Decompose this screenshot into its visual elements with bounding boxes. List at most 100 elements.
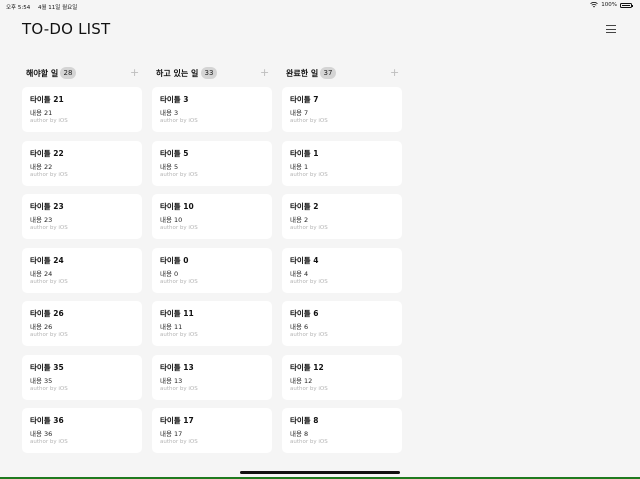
column-1: 하고 있는 일 33 + 타이틀 3 내용 3 author by iOS 타이틀 5 내용 … <box>152 66 272 453</box>
card-content: 내용 5 <box>160 162 179 171</box>
hamburger-menu-icon[interactable] <box>606 25 616 33</box>
card-author: author by iOS <box>290 118 328 124</box>
card-content: 내용 0 <box>160 269 179 278</box>
card-content: 내용 1 <box>290 162 309 171</box>
card-author: author by iOS <box>30 332 68 338</box>
card-content: 내용 35 <box>30 376 53 385</box>
todo-card[interactable]: 타이틀 7 내용 7 author by iOS <box>282 87 402 132</box>
card-content: 내용 8 <box>290 430 309 438</box>
column-title: 완료한 일 <box>286 69 319 78</box>
todo-card[interactable]: 타이틀 3 내용 3 author by iOS <box>152 87 272 132</box>
card-author: author by iOS <box>290 439 328 445</box>
column-title: 하고 있는 일 <box>156 69 199 78</box>
card-content: 내용 2 <box>290 216 309 224</box>
status-left: 오후 5:54 4월 11일 월요일 <box>6 3 83 11</box>
plus-icon[interactable]: + <box>130 67 139 78</box>
card-content: 내용 12 <box>290 376 313 385</box>
column-header: 하고 있는 일 33 + <box>152 66 272 82</box>
card-author: author by iOS <box>290 385 328 392</box>
column-header: 완료한 일 37 + <box>282 66 402 82</box>
todo-card[interactable]: 타이틀 23 내용 23 author by iOS <box>22 194 142 239</box>
card-author: author by iOS <box>290 171 328 178</box>
card-title: 타이틀 6 <box>290 309 319 318</box>
page-title: TO-DO LIST <box>22 20 111 38</box>
todo-card[interactable]: 타이틀 35 내용 35 author by iOS <box>22 354 142 400</box>
todo-card[interactable]: 타이틀 36 내용 36 author by iOS <box>22 408 142 453</box>
card-author: author by iOS <box>30 439 68 445</box>
card-title: 타이틀 21 <box>30 95 64 104</box>
card-author: author by iOS <box>160 439 198 445</box>
todo-card[interactable]: 타이틀 5 내용 5 author by iOS <box>152 140 272 186</box>
card-content: 내용 26 <box>30 323 53 331</box>
card-author: author by iOS <box>30 385 68 392</box>
card-title: 타이틀 3 <box>160 95 189 104</box>
card-title: 타이틀 0 <box>160 255 189 265</box>
card-title: 타이틀 4 <box>290 255 319 265</box>
card-author: author by iOS <box>160 385 198 392</box>
card-title: 타이틀 26 <box>30 309 64 318</box>
todo-card[interactable]: 타이틀 13 내용 13 author by iOS <box>152 354 272 400</box>
battery-percent: 100% <box>601 2 617 8</box>
card-title: 타이틀 23 <box>30 202 64 211</box>
todo-card[interactable]: 타이틀 11 내용 11 author by iOS <box>152 301 272 346</box>
status-date: 4월 11일 월요일 <box>37 5 78 11</box>
todo-card[interactable]: 타이틀 26 내용 26 author by iOS <box>22 301 142 346</box>
card-title: 타이틀 2 <box>290 202 319 211</box>
card-content: 내용 22 <box>30 162 53 171</box>
card-author: author by iOS <box>290 278 328 285</box>
card-content: 내용 3 <box>160 109 179 117</box>
card-title: 타이틀 13 <box>160 362 194 372</box>
card-content: 내용 6 <box>290 323 309 331</box>
count-badge: 37 <box>320 67 336 79</box>
card-title: 타이틀 7 <box>290 95 319 104</box>
todo-card[interactable]: 타이틀 21 내용 21 author by iOS <box>22 87 142 132</box>
card-content: 내용 13 <box>160 376 183 385</box>
card-author: author by iOS <box>160 332 198 338</box>
todo-card[interactable]: 타이틀 8 내용 8 author by iOS <box>282 408 402 453</box>
todo-card[interactable]: 타이틀 6 내용 6 author by iOS <box>282 301 402 346</box>
card-title: 타이틀 24 <box>30 255 64 265</box>
plus-icon[interactable]: + <box>260 67 269 78</box>
column-0: 해야할 일 28 + 타이틀 21 내용 21 author by iOS 타이틀 22 내용… <box>22 66 142 453</box>
todo-card[interactable]: 타이틀 2 내용 2 author by iOS <box>282 194 402 239</box>
card-title: 타이틀 1 <box>290 148 319 158</box>
todo-card[interactable]: 타이틀 0 내용 0 author by iOS <box>152 247 272 293</box>
card-title: 타이틀 10 <box>160 202 194 211</box>
card-title: 타이틀 22 <box>30 148 64 158</box>
todo-card[interactable]: 타이틀 12 내용 12 author by iOS <box>282 354 402 400</box>
card-author: author by iOS <box>30 278 68 285</box>
card-title: 타이틀 35 <box>30 362 64 372</box>
column-header: 해야할 일 28 + <box>22 66 142 82</box>
card-content: 내용 23 <box>30 216 53 224</box>
todo-card[interactable]: 타이틀 22 내용 22 author by iOS <box>22 140 142 186</box>
status-right: 100% <box>590 2 633 8</box>
todo-card[interactable]: 타이틀 10 내용 10 author by iOS <box>152 194 272 239</box>
todo-card[interactable]: 타이틀 1 내용 1 author by iOS <box>282 140 402 186</box>
status-time: 오후 5:54 <box>6 5 31 11</box>
todo-card[interactable]: 타이틀 17 내용 17 author by iOS <box>152 408 272 453</box>
home-indicator[interactable] <box>240 471 400 474</box>
card-title: 타이틀 11 <box>160 309 194 318</box>
count-badge: 33 <box>201 67 217 79</box>
todo-card[interactable]: 타이틀 24 내용 24 author by iOS <box>22 247 142 293</box>
card-author: author by iOS <box>160 118 198 124</box>
card-title: 타이틀 5 <box>160 148 189 158</box>
card-author: author by iOS <box>30 225 68 231</box>
card-content: 내용 7 <box>290 109 309 117</box>
card-author: author by iOS <box>160 225 198 231</box>
card-content: 내용 10 <box>160 216 183 224</box>
card-content: 내용 36 <box>30 430 53 438</box>
plus-icon[interactable]: + <box>390 67 399 78</box>
card-title: 타이틀 17 <box>160 416 194 425</box>
card-author: author by iOS <box>30 118 68 124</box>
card-title: 타이틀 36 <box>30 416 64 425</box>
card-author: author by iOS <box>290 332 328 338</box>
todo-card[interactable]: 타이틀 4 내용 4 author by iOS <box>282 247 402 293</box>
card-title: 타이틀 8 <box>290 416 319 425</box>
card-author: author by iOS <box>160 278 198 285</box>
status-bar: 오후 5:54 4월 11일 월요일 100% <box>0 0 640 12</box>
card-content: 내용 17 <box>160 430 183 438</box>
card-author: author by iOS <box>160 171 198 178</box>
battery-icon <box>620 2 633 8</box>
card-content: 내용 21 <box>30 109 53 117</box>
